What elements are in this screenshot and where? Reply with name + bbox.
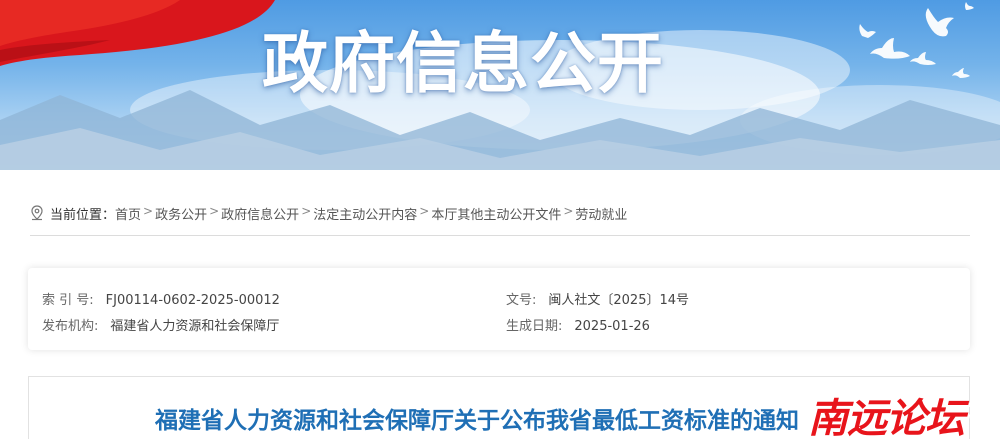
index-number-row: 索 引 号: FJ00114-0602-2025-00012	[42, 289, 280, 308]
date-row: 生成日期: 2025-01-26	[506, 315, 650, 334]
breadcrumb-item-employment[interactable]: 劳动就业	[575, 204, 627, 223]
breadcrumb-separator: >	[563, 204, 574, 218]
document-number-label: 文号:	[506, 293, 537, 308]
document-info-card: 索 引 号: FJ00114-0602-2025-00012 文号: 闽人社文〔20…	[28, 268, 970, 350]
dove-icons	[859, 2, 974, 78]
publisher-label: 发布机构:	[42, 319, 99, 334]
breadcrumb-separator: >	[209, 204, 220, 218]
breadcrumb-separator: >	[143, 204, 154, 218]
document-number-row: 文号: 闽人社文〔2025〕14号	[506, 289, 689, 308]
breadcrumb-separator: >	[419, 204, 430, 218]
article-title: 福建省人力资源和社会保障厅关于公布我省最低工资标准的通知	[155, 408, 799, 434]
breadcrumb-item-home[interactable]: 首页	[115, 204, 141, 223]
date-label: 生成日期:	[506, 319, 563, 334]
breadcrumb-label: 当前位置：	[50, 208, 116, 223]
publisher-value: 福建省人力资源和社会保障厅	[110, 319, 280, 334]
watermark-logo: 南远论坛	[808, 396, 965, 439]
location-icon	[31, 205, 43, 221]
index-number-value: FJ00114-0602-2025-00012	[105, 293, 280, 308]
banner: 政府信息公开	[0, 0, 1000, 170]
breadcrumb-item-statutory-content[interactable]: 法定主动公开内容	[313, 204, 417, 223]
breadcrumb: 当前位置： 首页 > 政务公开 > 政府信息公开 > 法定主动公开内容 > 本厅…	[30, 204, 970, 236]
date-value: 2025-01-26	[574, 319, 650, 334]
breadcrumb-item-government-affairs[interactable]: 政务公开	[155, 204, 207, 223]
index-number-label: 索 引 号:	[42, 293, 94, 308]
breadcrumb-separator: >	[301, 204, 312, 218]
publisher-row: 发布机构: 福建省人力资源和社会保障厅	[42, 315, 279, 334]
breadcrumb-item-info-disclosure[interactable]: 政府信息公开	[221, 204, 299, 223]
banner-title: 政府信息公开	[262, 25, 664, 102]
document-number-value: 闽人社文〔2025〕14号	[548, 293, 690, 308]
breadcrumb-item-other-files[interactable]: 本厅其他主动公开文件	[431, 204, 561, 223]
